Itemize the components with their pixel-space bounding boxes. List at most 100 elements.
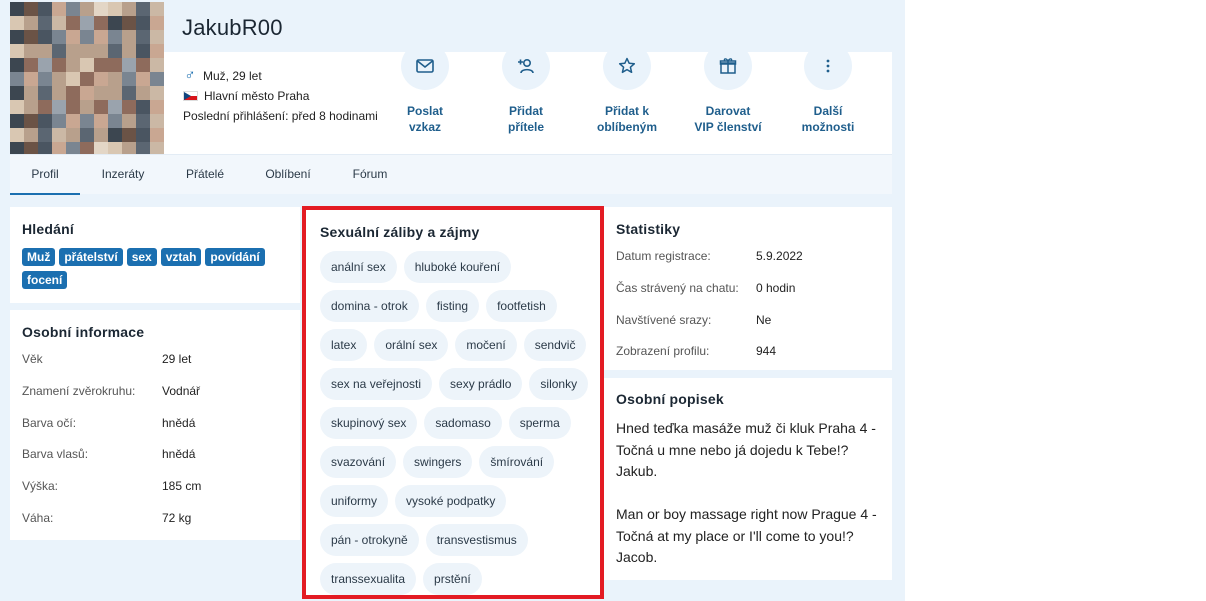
interest-pill[interactable]: silonky xyxy=(529,368,589,400)
add-friend-button[interactable]: Přidat přítele xyxy=(476,42,576,135)
avatar-pixel xyxy=(38,58,52,72)
stat-key: Navštívené srazy: xyxy=(616,313,712,327)
interest-pill[interactable]: sexy prádlo xyxy=(439,368,523,400)
avatar-pixel xyxy=(38,114,52,128)
interest-pill[interactable]: šmírování xyxy=(479,446,555,478)
star-icon xyxy=(603,42,651,90)
personal-info-card: Osobní informace Věk 29 let Znamení zvěro… xyxy=(10,310,300,540)
avatar-pixel xyxy=(38,86,52,100)
search-tag[interactable]: Muž xyxy=(22,248,56,266)
stats-title: Statistiky xyxy=(616,221,681,237)
interest-pill[interactable]: orální sex xyxy=(374,329,449,361)
tab-oblibeni[interactable]: Oblíbení xyxy=(254,155,322,195)
tab-inzeraty[interactable]: Inzeráty xyxy=(90,155,156,195)
last-login: Poslední přihlášení: před 8 hodinami xyxy=(183,109,378,123)
envelope-icon xyxy=(401,42,449,90)
more-options-button[interactable]: Další možnosti xyxy=(778,42,878,135)
avatar-pixel xyxy=(136,128,150,142)
interest-pill[interactable]: sex na veřejnosti xyxy=(320,368,433,400)
avatar-pixel xyxy=(10,16,24,30)
avatar-pixel xyxy=(108,142,122,154)
interest-pill[interactable]: svazování xyxy=(320,446,397,478)
search-title: Hledání xyxy=(22,221,74,237)
send-message-button[interactable]: Poslat vzkaz xyxy=(375,42,475,135)
interest-pill[interactable]: sperma xyxy=(508,407,571,439)
avatar-pixel xyxy=(80,2,94,16)
interest-pill[interactable]: latex xyxy=(320,329,368,361)
interest-pill[interactable]: swingers xyxy=(403,446,473,478)
avatar-pixel xyxy=(94,30,108,44)
avatar-pixel xyxy=(136,2,150,16)
avatar-pixel xyxy=(10,142,24,154)
interest-pill[interactable]: skupinový sex xyxy=(320,407,418,439)
avatar-pixel xyxy=(150,86,164,100)
search-tag[interactable]: sex xyxy=(126,248,157,266)
gift-vip-label: Darovat VIP členství xyxy=(694,104,762,134)
avatar-pixel xyxy=(108,16,122,30)
tab-pratele[interactable]: Přátelé xyxy=(173,155,237,195)
search-tag[interactable]: focení xyxy=(22,271,68,289)
avatar-pixel xyxy=(150,30,164,44)
interest-pill[interactable]: domina - otrok xyxy=(320,290,419,322)
avatar-pixel xyxy=(24,142,38,154)
gender-age-line: ♂ Muž, 29 let xyxy=(183,67,261,84)
interests-title: Sexuální záliby a zájmy xyxy=(320,224,480,240)
avatar-pixel xyxy=(108,86,122,100)
avatar-pixel xyxy=(10,100,24,114)
avatar-pixel xyxy=(66,44,80,58)
avatar[interactable] xyxy=(10,2,164,154)
avatar-pixel xyxy=(24,30,38,44)
interest-pill[interactable]: pán - otrokyně xyxy=(320,524,419,556)
interest-pill[interactable]: močení xyxy=(455,329,517,361)
avatar-pixel xyxy=(136,86,150,100)
avatar-pixel xyxy=(66,72,80,86)
avatar-pixel xyxy=(66,2,80,16)
avatar-pixel xyxy=(136,114,150,128)
personal-info-title: Osobní informace xyxy=(22,324,145,340)
stat-key: Zobrazení profilu: xyxy=(616,344,710,358)
avatar-pixel xyxy=(80,30,94,44)
avatar-pixel xyxy=(94,16,108,30)
interest-pill[interactable]: anální sex xyxy=(320,251,397,283)
avatar-pixel xyxy=(24,86,38,100)
interest-pill[interactable]: fisting xyxy=(425,290,480,322)
avatar-pixel xyxy=(24,114,38,128)
interest-pill[interactable]: prstění xyxy=(423,563,482,595)
avatar-pixel xyxy=(10,2,24,16)
avatar-pixel xyxy=(150,16,164,30)
add-favorite-button[interactable]: Přidat k oblíbeným xyxy=(577,42,677,135)
avatar-pixel xyxy=(52,86,66,100)
gift-vip-button[interactable]: Darovat VIP členství xyxy=(678,42,778,135)
interest-pill[interactable]: vysoké podpatky xyxy=(395,485,507,517)
interest-pill[interactable]: sadomaso xyxy=(424,407,502,439)
interest-pill[interactable]: transsexualita xyxy=(320,563,417,595)
avatar-pixel xyxy=(94,114,108,128)
avatar-pixel xyxy=(122,142,136,154)
interest-pill[interactable]: uniformy xyxy=(320,485,389,517)
avatar-pixel xyxy=(24,72,38,86)
search-tag[interactable]: povídání xyxy=(205,248,265,266)
interest-pill[interactable]: footfetish xyxy=(486,290,557,322)
avatar-pixel xyxy=(122,44,136,58)
tab-forum[interactable]: Fórum xyxy=(340,155,400,195)
interest-pill[interactable]: sendvič xyxy=(523,329,587,361)
interest-pill[interactable]: transvestismus xyxy=(425,524,528,556)
search-tag[interactable]: přátelství xyxy=(59,248,123,266)
search-tag[interactable]: vztah xyxy=(160,248,202,266)
avatar-pixel xyxy=(108,2,122,16)
profile-header: JakubR00 ♂ Muž, 29 let Hlavní město Prah… xyxy=(164,2,892,154)
bio-title: Osobní popisek xyxy=(616,391,724,407)
interest-pill[interactable]: hluboké kouření xyxy=(403,251,512,283)
stat-value: Ne xyxy=(756,313,772,327)
bio-card: Osobní popisek Hned teďka masáže muž či … xyxy=(604,378,892,580)
avatar-pixel xyxy=(52,44,66,58)
avatar-pixel xyxy=(150,128,164,142)
info-value: hnědá xyxy=(162,416,196,430)
location: Hlavní město Praha xyxy=(204,89,310,103)
avatar-pixel xyxy=(10,114,24,128)
tab-profil[interactable]: Profil xyxy=(10,155,80,195)
avatar-pixel xyxy=(52,2,66,16)
avatar-pixel xyxy=(52,16,66,30)
avatar-pixel xyxy=(108,30,122,44)
search-card: Hledání Muž přátelství sex vztah povídání foc… xyxy=(10,207,300,303)
